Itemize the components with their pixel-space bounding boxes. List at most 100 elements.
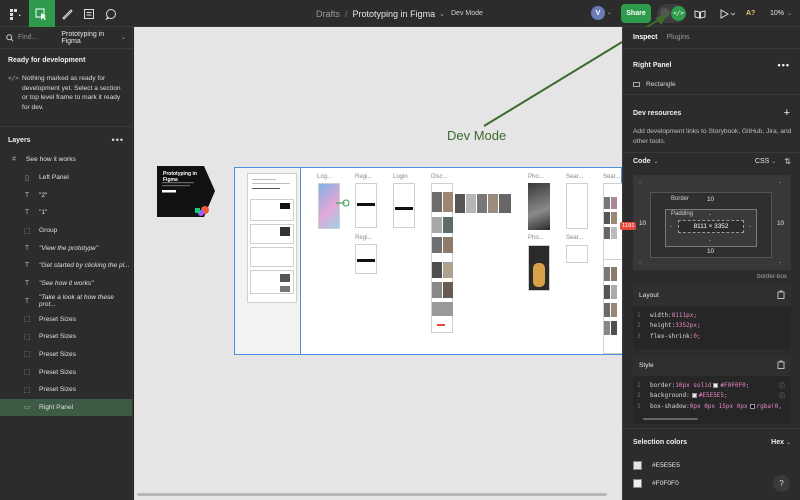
- css-property: height:: [650, 322, 676, 330]
- share-button[interactable]: Share: [621, 4, 651, 23]
- canvas[interactable]: Prototyping in Figma Log... Regi... Logi…: [134, 27, 622, 500]
- layer-rect-line-icon: ▭: [23, 404, 31, 412]
- frame-label-log[interactable]: Log...: [317, 174, 332, 180]
- layer-row[interactable]: ⬚ Preset Sizes: [0, 381, 132, 399]
- selection-color-row[interactable]: #F0F0F0: [633, 474, 791, 492]
- present-button[interactable]: [716, 0, 738, 27]
- frame-label-login[interactable]: Login: [393, 174, 408, 180]
- layer-group-icon: ⬚: [23, 369, 31, 377]
- code-title: Code: [633, 158, 651, 165]
- layer-row[interactable]: T "Take a look at how these prot...: [0, 293, 132, 311]
- frame-label-regi-2[interactable]: Regi...: [355, 235, 372, 241]
- zoom-value: 10%: [770, 10, 785, 17]
- figma-menu-icon: [9, 8, 21, 20]
- css-value: 3352px;: [675, 322, 701, 330]
- chevron-down-icon[interactable]: ⌄: [121, 34, 126, 41]
- layer-label: "View the prototype": [39, 244, 99, 252]
- color-swatch: [633, 478, 642, 488]
- file-name[interactable]: Prototyping in Figma: [353, 9, 436, 19]
- color-swatch: [713, 382, 719, 388]
- dev-resources-title: Dev resources: [633, 109, 682, 117]
- play-icon: [720, 8, 735, 19]
- copy-icon[interactable]: [777, 360, 785, 371]
- frame-label-pho-2[interactable]: Pho...: [528, 235, 544, 241]
- css-property: flex-shrink:: [650, 332, 694, 340]
- comment-icon: [105, 8, 116, 20]
- language-value: CSS: [754, 158, 770, 165]
- move-tool-button[interactable]: [29, 0, 55, 27]
- border-label: Border: [671, 196, 690, 202]
- code-settings-icon[interactable]: ⇅: [784, 157, 791, 166]
- frame-label-sear-3[interactable]: Sear...: [566, 235, 583, 241]
- ai-assistant-button[interactable]: A?: [746, 0, 755, 27]
- frame-label-sear-2[interactable]: Sear...: [603, 174, 620, 180]
- library-button[interactable]: [692, 0, 708, 27]
- css-property: width:: [650, 311, 672, 319]
- layer-label: Preset Sizes: [39, 386, 77, 394]
- layout-block-title: Layout: [639, 292, 659, 299]
- layer-row[interactable]: ▯ Left Panel: [0, 169, 132, 187]
- layer-row[interactable]: ⬚ Preset Sizes: [0, 310, 132, 328]
- css-property: border:: [650, 381, 676, 389]
- comment-tool-button[interactable]: [101, 0, 121, 27]
- layer-row[interactable]: ⬚ Preset Sizes: [0, 363, 132, 381]
- layer-row[interactable]: # See how it works: [0, 151, 132, 169]
- left-panel: Find... Prototyping in Figma ⌄ Ready for…: [0, 27, 133, 500]
- page-selector[interactable]: Prototyping in Figma: [61, 31, 117, 45]
- help-button[interactable]: ?: [773, 475, 790, 492]
- code-header: Code ⌄ CSS ⌄ ⇅: [633, 157, 791, 166]
- avatar-chevron-icon[interactable]: ⌄: [607, 9, 612, 16]
- more-options-icon[interactable]: •••: [112, 135, 124, 145]
- css-value: 8111px;: [671, 311, 697, 319]
- language-select[interactable]: CSS ⌄: [755, 158, 776, 165]
- layer-group-icon: ⬚: [23, 227, 31, 235]
- frame-label-pho[interactable]: Pho...: [528, 174, 544, 180]
- border-left-value: 10: [639, 220, 647, 227]
- right-panel: Inspect Plugins Right Panel ••• Rectangl…: [620, 27, 800, 500]
- layer-row[interactable]: ⬚ Group: [0, 222, 132, 240]
- chevron-down-icon[interactable]: ⌄: [439, 10, 445, 18]
- selection-color-row[interactable]: #E5E5E5: [633, 456, 791, 474]
- css-color-value: rgba(0,: [756, 402, 782, 410]
- annotate-tool-button[interactable]: [79, 0, 99, 27]
- border-top-value: 10: [707, 196, 715, 203]
- frame-label-sear[interactable]: Sear...: [566, 174, 583, 180]
- zoom-level[interactable]: 10% ⌄: [770, 0, 792, 27]
- layer-row[interactable]: ⬚ Preset Sizes: [0, 328, 132, 346]
- layer-row[interactable]: ⬚ Preset Sizes: [0, 346, 132, 364]
- layer-row[interactable]: T "View the prototype": [0, 239, 132, 257]
- breadcrumb-drafts[interactable]: Drafts: [316, 9, 340, 19]
- code-chevron-icon[interactable]: ⌄: [654, 158, 659, 165]
- avatar[interactable]: V: [591, 6, 605, 20]
- layer-list: # See how it works ▯ Left Panel T "2" T "1" ⬚ Gro…: [0, 151, 132, 417]
- copy-icon[interactable]: [777, 290, 785, 301]
- frame-label-regi[interactable]: Regi...: [355, 174, 372, 180]
- css-property: box-shadow:: [650, 402, 690, 410]
- main-menu-button[interactable]: [0, 0, 29, 27]
- language-chevron-icon: ⌄: [771, 159, 777, 165]
- layer-row[interactable]: T "See how it works": [0, 275, 132, 293]
- layer-row[interactable]: ▭ Right Panel: [0, 398, 132, 417]
- tab-plugins[interactable]: Plugins: [667, 34, 690, 41]
- code-scrollbar[interactable]: [643, 418, 698, 420]
- zoom-chevron-icon: ⌄: [787, 11, 793, 17]
- dev-mode-toggle[interactable]: </>: [657, 4, 686, 23]
- info-icon[interactable]: ⓘ: [779, 391, 785, 400]
- layer-row[interactable]: T "2": [0, 186, 132, 204]
- layer-row[interactable]: T "1": [0, 204, 132, 222]
- color-format-select[interactable]: Hex ⌄: [771, 439, 791, 446]
- tab-inspect[interactable]: Inspect: [633, 34, 658, 41]
- box-model: - - - - 1191 Border 10 10 10 10 Padding …: [620, 175, 791, 280]
- ruler-tool-button[interactable]: [57, 0, 77, 27]
- search-input[interactable]: Find...: [18, 34, 54, 41]
- layer-group-icon: ⬚: [23, 386, 31, 394]
- add-icon[interactable]: +: [784, 107, 790, 119]
- horizontal-scrollbar[interactable]: [137, 493, 607, 496]
- layer-text-icon: T: [24, 244, 30, 252]
- more-options-icon[interactable]: •••: [778, 60, 790, 70]
- line-number: 1: [637, 381, 641, 389]
- layer-row[interactable]: T "Get started by clicking the pl...: [0, 257, 132, 275]
- info-icon[interactable]: ⓘ: [779, 381, 785, 390]
- css-color-value: #E5E5E5;: [698, 392, 728, 400]
- frame-label-disc[interactable]: Disc...: [431, 174, 448, 180]
